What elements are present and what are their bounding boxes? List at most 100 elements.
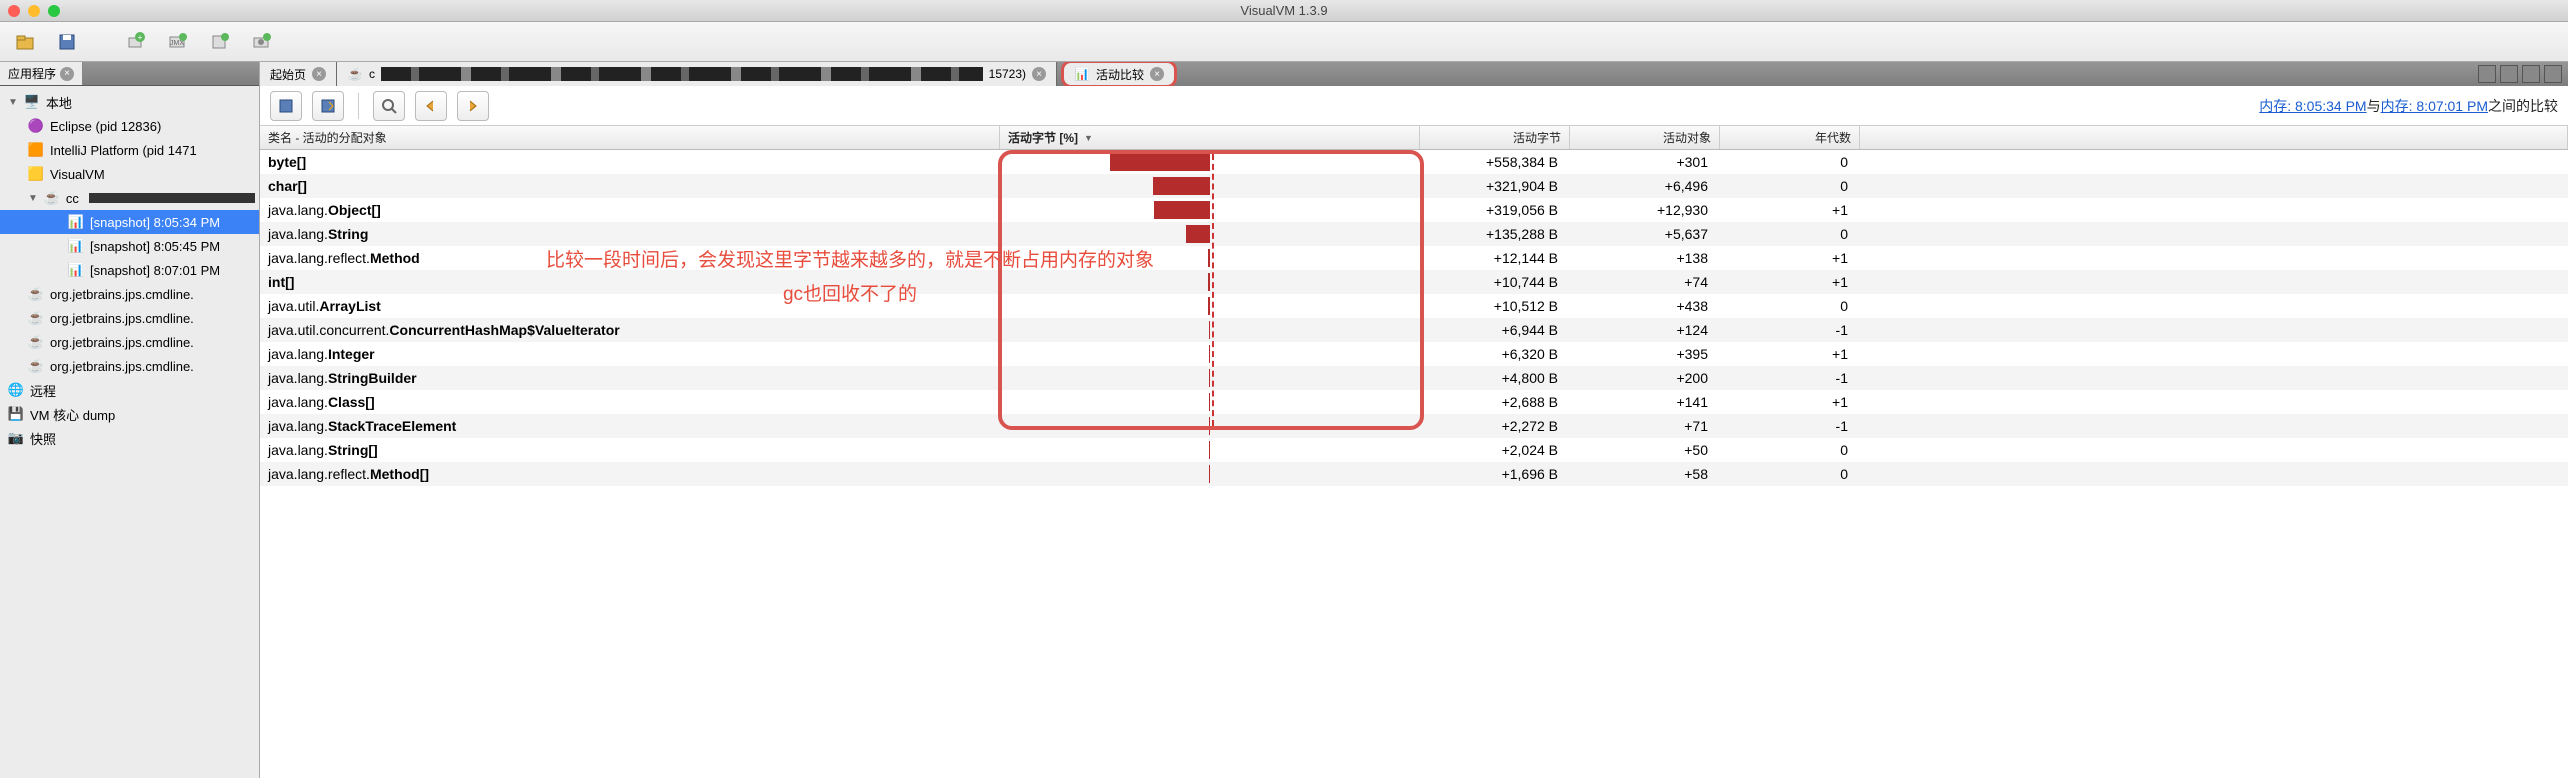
cell-classname: char[]: [260, 178, 1000, 194]
col-objects[interactable]: 活动对象: [1570, 126, 1720, 149]
nav-next-icon[interactable]: [457, 91, 489, 121]
tree-item-snapshot[interactable]: 📊 [snapshot] 8:07:01 PM: [0, 258, 259, 282]
snapshot-icon: 📊: [68, 214, 84, 230]
window-control-icon[interactable]: [2522, 65, 2540, 83]
col-bytes[interactable]: 活动字节: [1420, 126, 1570, 149]
window-title: VisualVM 1.3.9: [1240, 3, 1327, 18]
sort-desc-icon: ▼: [1084, 133, 1093, 143]
nav-prev-icon[interactable]: [415, 91, 447, 121]
cell-bytes: +2,688 B: [1420, 394, 1570, 410]
close-window-button[interactable]: [8, 5, 20, 17]
table-row[interactable]: java.util.concurrent.ConcurrentHashMap$V…: [260, 318, 2568, 342]
cell-gen: -1: [1720, 418, 1860, 434]
cell-objects: +301: [1570, 154, 1720, 170]
tree-item-app[interactable]: ☕org.jetbrains.jps.cmdline.: [0, 330, 259, 354]
tree-item-app[interactable]: 🟨 VisualVM: [0, 162, 259, 186]
snapshot-icon: 📊: [68, 238, 84, 254]
cell-bytes: +4,800 B: [1420, 370, 1570, 386]
table-row[interactable]: java.lang.Integer+6,320 B+395+1: [260, 342, 2568, 366]
minimize-window-button[interactable]: [28, 5, 40, 17]
table-row[interactable]: char[]+321,904 B+6,4960: [260, 174, 2568, 198]
cell-gen: +1: [1720, 274, 1860, 290]
search-icon[interactable]: [373, 91, 405, 121]
cell-bar: [1000, 438, 1420, 462]
tree-item-app[interactable]: ☕org.jetbrains.jps.cmdline.: [0, 282, 259, 306]
cell-objects: +5,637: [1570, 226, 1720, 242]
window-control-icon[interactable]: [2500, 65, 2518, 83]
tree-node-vmdump[interactable]: 💾VM 核心 dump: [0, 402, 259, 426]
eclipse-icon: 🟣: [28, 118, 44, 134]
disclosure-triangle-icon[interactable]: ▼: [8, 97, 18, 108]
cell-bar: [1000, 342, 1420, 366]
cell-objects: +12,930: [1570, 202, 1720, 218]
save-icon[interactable]: [52, 28, 82, 56]
table-row[interactable]: int[]+10,744 B+74+1: [260, 270, 2568, 294]
tree-item-snapshot[interactable]: 📊 [snapshot] 8:05:34 PM: [0, 210, 259, 234]
tree-node-cc[interactable]: ▼ ☕ cc: [0, 186, 259, 210]
window-control-icon[interactable]: [2544, 65, 2562, 83]
close-icon[interactable]: ×: [312, 67, 326, 81]
close-icon[interactable]: ×: [1032, 67, 1046, 81]
cell-classname: java.lang.String[]: [260, 442, 1000, 458]
export-icon[interactable]: [270, 91, 302, 121]
cell-objects: +71: [1570, 418, 1720, 434]
disclosure-triangle-icon[interactable]: ▼: [28, 193, 38, 204]
cell-bytes: +10,744 B: [1420, 274, 1570, 290]
tree-item-app[interactable]: ☕org.jetbrains.jps.cmdline.: [0, 354, 259, 378]
add-dump-icon[interactable]: [204, 28, 234, 56]
col-generations[interactable]: 年代数: [1720, 126, 1860, 149]
cell-bytes: +558,384 B: [1420, 154, 1570, 170]
table-row[interactable]: byte[]+558,384 B+3010: [260, 150, 2568, 174]
export-alt-icon[interactable]: [312, 91, 344, 121]
separator: [358, 93, 359, 119]
java-icon: ☕: [44, 190, 60, 206]
table-row[interactable]: java.lang.String+135,288 B+5,6370: [260, 222, 2568, 246]
cell-classname: int[]: [260, 274, 1000, 290]
close-icon[interactable]: ×: [60, 67, 74, 81]
tree-item-app[interactable]: 🟣 Eclipse (pid 12836): [0, 114, 259, 138]
zoom-window-button[interactable]: [48, 5, 60, 17]
table-body: byte[]+558,384 B+3010char[]+321,904 B+6,…: [260, 150, 2568, 486]
table-row[interactable]: java.lang.reflect.Method+12,144 B+138+1: [260, 246, 2568, 270]
main-toolbar: + JMX: [0, 22, 2568, 62]
cell-objects: +6,496: [1570, 178, 1720, 194]
cell-objects: +138: [1570, 250, 1720, 266]
table-row[interactable]: java.lang.StackTraceElement+2,272 B+71-1: [260, 414, 2568, 438]
tab-cc-process[interactable]: ☕ c 15723) ×: [337, 62, 1057, 86]
table-row[interactable]: java.lang.reflect.Method[]+1,696 B+580: [260, 462, 2568, 486]
window-control-icon[interactable]: [2478, 65, 2496, 83]
tab-compare[interactable]: 📊 活动比较 ×: [1061, 62, 1177, 88]
table-row[interactable]: java.lang.StringBuilder+4,800 B+200-1: [260, 366, 2568, 390]
sidebar-tab-applications[interactable]: 应用程序 ×: [0, 62, 83, 85]
tree-node-local[interactable]: ▼ 🖥️ 本地: [0, 90, 259, 114]
table-row[interactable]: java.util.ArrayList+10,512 B+4380: [260, 294, 2568, 318]
table-row[interactable]: java.lang.String[]+2,024 B+500: [260, 438, 2568, 462]
close-icon[interactable]: ×: [1150, 67, 1164, 81]
tree-node-snapshots[interactable]: 📷快照: [0, 426, 259, 450]
add-local-icon[interactable]: +: [120, 28, 150, 56]
add-snapshot-icon[interactable]: [246, 28, 276, 56]
snapshot-link-2[interactable]: 内存: 8:07:01 PM: [2381, 98, 2488, 114]
tree-node-remote[interactable]: 🌐远程: [0, 378, 259, 402]
cell-bar: [1000, 318, 1420, 342]
tree-item-app[interactable]: ☕org.jetbrains.jps.cmdline.: [0, 306, 259, 330]
col-bytes-pct[interactable]: 活动字节 [%]▼: [1000, 126, 1420, 149]
java-icon: ☕: [28, 334, 44, 350]
cell-bytes: +6,320 B: [1420, 346, 1570, 362]
remote-icon: 🌐: [8, 382, 24, 398]
add-jmx-icon[interactable]: JMX: [162, 28, 192, 56]
table-row[interactable]: java.lang.Class[]+2,688 B+141+1: [260, 390, 2568, 414]
table-row[interactable]: java.lang.Object[]+319,056 B+12,930+1: [260, 198, 2568, 222]
compare-icon: 📊: [1074, 66, 1090, 82]
cell-objects: +438: [1570, 298, 1720, 314]
open-icon[interactable]: [10, 28, 40, 56]
svg-text:+: +: [138, 33, 143, 42]
col-classname[interactable]: 类名 - 活动的分配对象: [260, 126, 1000, 149]
tab-start[interactable]: 起始页 ×: [260, 62, 337, 86]
snapshot-link-1[interactable]: 内存: 8:05:34 PM: [2259, 98, 2366, 114]
tree-item-app[interactable]: 🟧 IntelliJ Platform (pid 1471: [0, 138, 259, 162]
cell-bytes: +1,696 B: [1420, 466, 1570, 482]
cell-bar: [1000, 462, 1420, 486]
cell-gen: +1: [1720, 202, 1860, 218]
tree-item-snapshot[interactable]: 📊 [snapshot] 8:05:45 PM: [0, 234, 259, 258]
